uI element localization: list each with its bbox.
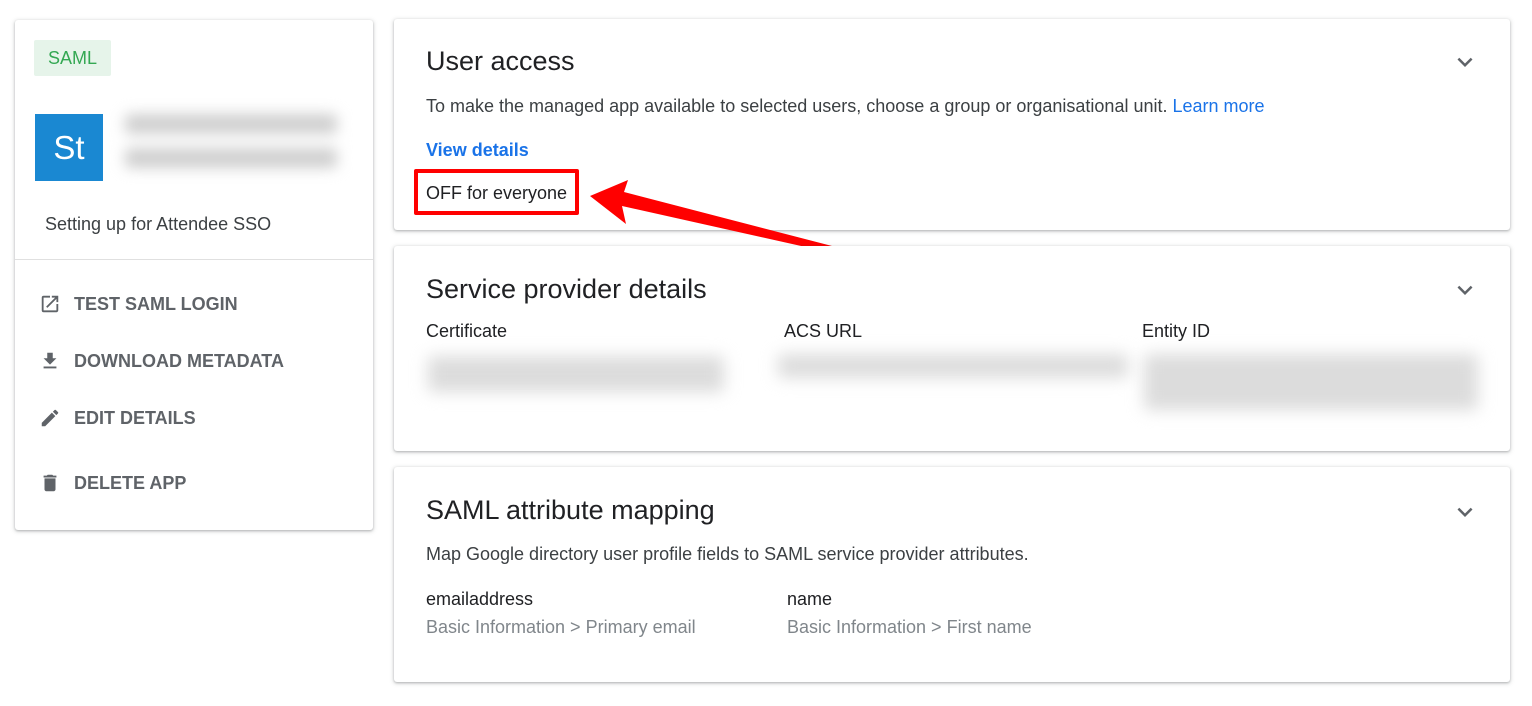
user-access-title: User access xyxy=(426,46,575,76)
attribute-mapping-card: SAML attribute mapping Map Google direct… xyxy=(394,467,1510,682)
open-in-new-icon xyxy=(39,293,61,315)
expand-service-provider-chevron-down-icon[interactable] xyxy=(1450,275,1480,305)
pencil-icon xyxy=(39,407,61,429)
app-description: Setting up for Attendee SSO xyxy=(45,214,272,234)
annotation-highlight-box xyxy=(414,169,579,215)
download-icon xyxy=(39,350,61,372)
acs-url-label: ACS URL xyxy=(784,321,863,341)
entity-id-value-redacted xyxy=(1144,354,1478,410)
mapping-source-email: Basic Information > Primary email xyxy=(426,617,696,637)
expand-attribute-mapping-chevron-down-icon[interactable] xyxy=(1450,497,1480,527)
app-summary-card: SAML St Setting up for Attendee SSO TEST… xyxy=(15,20,373,530)
learn-more-link[interactable]: Learn more xyxy=(1173,96,1265,116)
trash-icon xyxy=(39,472,61,494)
divider xyxy=(15,259,373,260)
edit-details-button[interactable]: EDIT DETAILS xyxy=(39,407,196,429)
test-saml-login-label: TEST SAML LOGIN xyxy=(74,293,238,314)
app-name-redacted xyxy=(115,100,347,190)
attribute-mapping-title: SAML attribute mapping xyxy=(426,495,715,525)
saml-badge: SAML xyxy=(34,40,111,76)
certificate-label: Certificate xyxy=(426,321,508,341)
user-access-description: To make the managed app available to sel… xyxy=(426,96,1265,116)
edit-details-label: EDIT DETAILS xyxy=(74,407,196,428)
download-metadata-button[interactable]: DOWNLOAD METADATA xyxy=(39,350,284,372)
acs-url-value-redacted xyxy=(778,354,1128,378)
delete-app-button[interactable]: DELETE APP xyxy=(39,472,186,494)
service-provider-card: Service provider details Certificate ACS… xyxy=(394,246,1510,451)
mapping-attribute-email: emailaddress xyxy=(426,589,534,609)
user-access-card: User access To make the managed app avai… xyxy=(394,19,1510,230)
certificate-value-redacted xyxy=(428,356,724,392)
app-avatar: St xyxy=(35,114,103,181)
attribute-mapping-description: Map Google directory user profile fields… xyxy=(426,544,1029,564)
service-provider-title: Service provider details xyxy=(426,274,707,304)
test-saml-login-button[interactable]: TEST SAML LOGIN xyxy=(39,293,238,315)
expand-user-access-chevron-down-icon[interactable] xyxy=(1450,47,1480,77)
view-details-link[interactable]: View details xyxy=(426,140,529,161)
entity-id-label: Entity ID xyxy=(1142,321,1211,341)
download-metadata-label: DOWNLOAD METADATA xyxy=(74,350,284,371)
delete-app-label: DELETE APP xyxy=(74,472,187,493)
mapping-attribute-name: name xyxy=(787,589,833,609)
mapping-source-name: Basic Information > First name xyxy=(787,617,1032,637)
